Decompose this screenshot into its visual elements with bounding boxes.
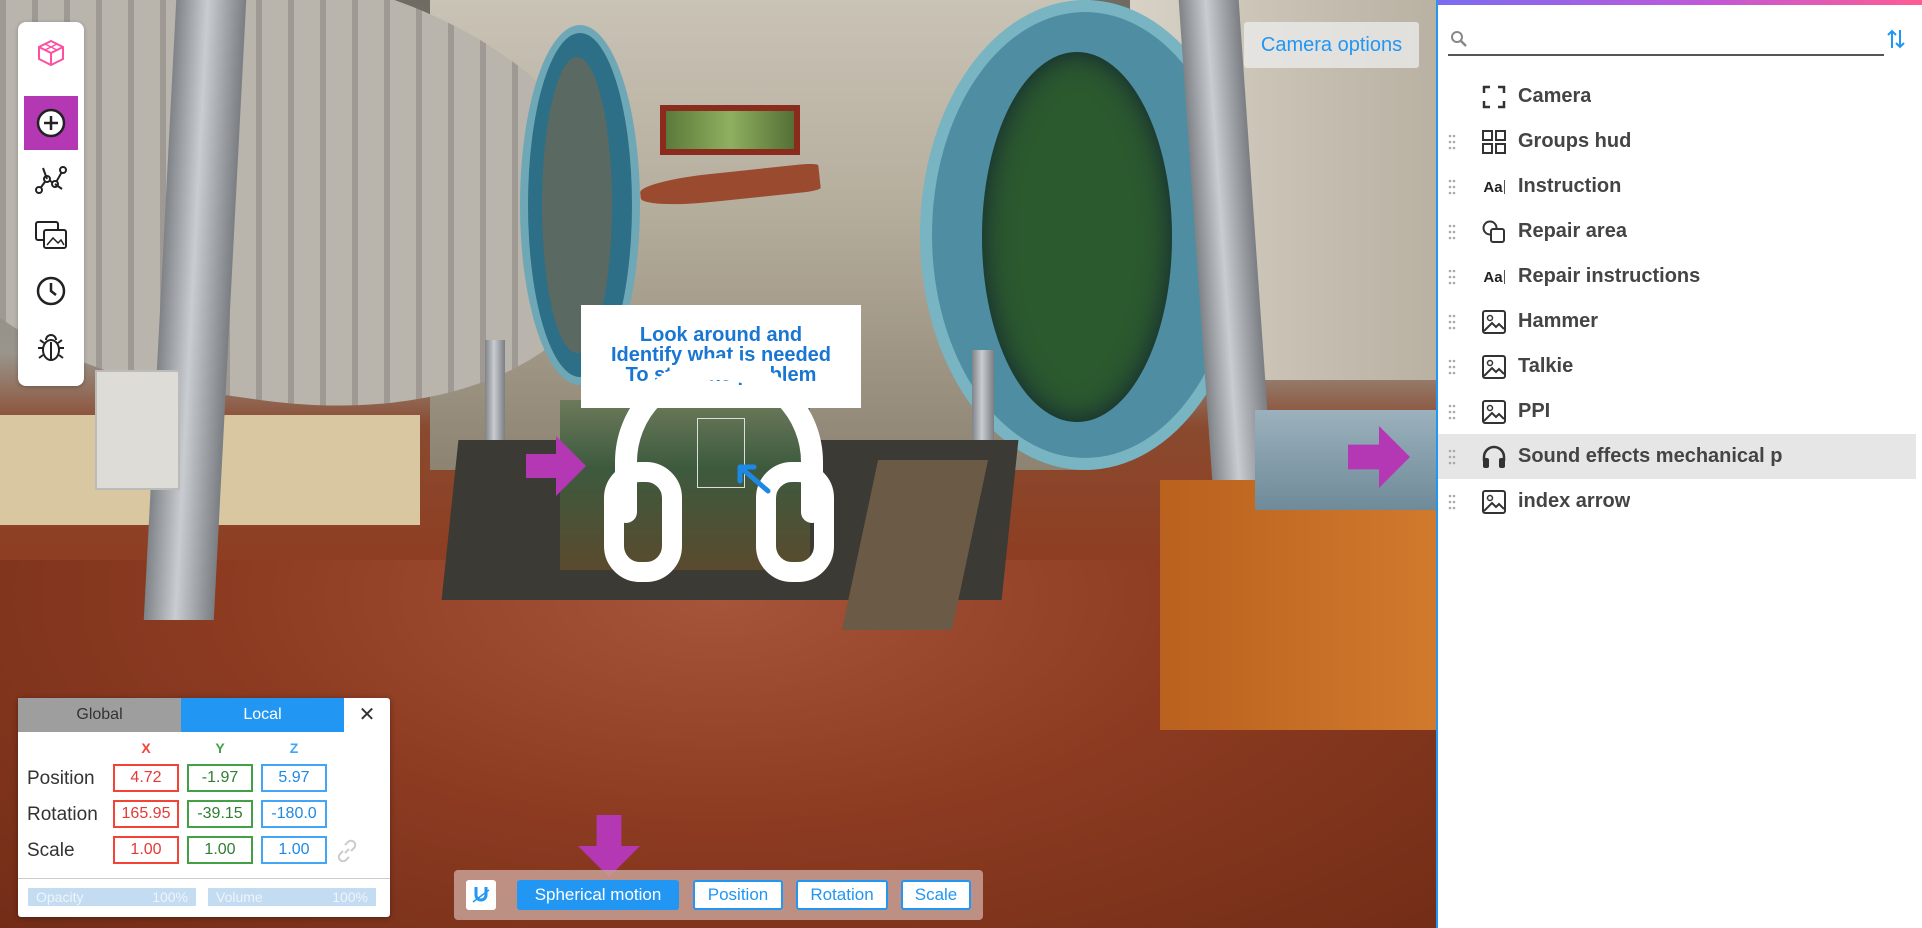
drag-handle-icon[interactable] <box>1448 268 1456 286</box>
tree-item[interactable]: Hammer <box>1438 299 1918 344</box>
blue-arrow-icon <box>737 464 771 494</box>
axis-x-header: X <box>141 740 151 756</box>
tree-item[interactable]: index arrow <box>1438 479 1918 524</box>
close-icon[interactable]: ✕ <box>344 698 390 732</box>
tree-item-label: Repair area <box>1518 220 1627 242</box>
camera-options-button[interactable]: Camera options <box>1244 22 1419 68</box>
text-glyph: Aa <box>1483 178 1503 196</box>
tree-item[interactable]: Sound effects mechanical p <box>1438 434 1916 479</box>
drag-handle-icon[interactable] <box>1448 358 1456 376</box>
arrow-right-icon[interactable] <box>1348 426 1410 488</box>
position-y-field[interactable]: -1.97 <box>187 764 253 792</box>
search-field[interactable] <box>1448 24 1884 56</box>
editor-app: Look around and Identify what is needed … <box>0 0 1922 928</box>
image-icon <box>1481 309 1507 335</box>
tree-item[interactable]: Repair area <box>1438 209 1918 254</box>
opacity-slider[interactable]: Opacity 100% <box>28 888 196 906</box>
tree-item-label: Camera <box>1518 85 1592 107</box>
scale-label: Scale <box>27 840 75 861</box>
tree-item-label: Instruction <box>1518 175 1622 197</box>
tab-global[interactable]: Global <box>18 698 181 732</box>
divider <box>18 878 390 879</box>
axis-z-header: Z <box>289 740 299 756</box>
rotation-z-field[interactable]: -180.0 <box>261 800 327 828</box>
instruction-line: Look around and <box>639 324 803 346</box>
scene-window <box>660 105 800 155</box>
image-icon <box>1481 399 1507 425</box>
volume-label: Volume <box>216 889 263 905</box>
volume-slider[interactable]: Volume 100% <box>208 888 376 906</box>
drag-handle-icon[interactable] <box>1448 493 1456 511</box>
left-toolbar <box>18 22 84 386</box>
tree-item-label: Hammer <box>1518 310 1599 332</box>
axis-y-header: Y <box>215 740 225 756</box>
transform-panel: Global Local ✕ X Y Z Position 4.72 -1.97… <box>18 698 390 917</box>
text-icon: Aa <box>1481 264 1507 290</box>
rotation-label: Rotation <box>27 804 98 825</box>
position-label: Position <box>27 768 95 789</box>
text-icon: Aa <box>1481 174 1507 200</box>
clock-icon[interactable] <box>24 264 78 318</box>
search-icon <box>1451 31 1467 47</box>
opacity-label: Opacity <box>36 889 84 905</box>
drag-handle-icon[interactable] <box>1448 133 1456 151</box>
drag-handle-icon[interactable] <box>1448 448 1456 466</box>
position-x-field[interactable]: 4.72 <box>113 764 179 792</box>
shapes-icon <box>1481 219 1507 245</box>
tree-item[interactable]: Talkie <box>1438 344 1918 389</box>
link-scale-icon[interactable] <box>334 838 360 864</box>
volume-value: 100% <box>332 889 368 905</box>
frame-corners-icon <box>1481 84 1507 110</box>
scene-cabinet <box>1160 480 1436 730</box>
rotation-mode-button[interactable]: Rotation <box>796 880 888 910</box>
tree-item-label: Groups hud <box>1518 130 1632 152</box>
headphones-icon <box>1481 444 1507 470</box>
arrow-down-icon[interactable] <box>578 815 640 877</box>
opacity-value: 100% <box>152 889 188 905</box>
drag-handle-icon[interactable] <box>1448 223 1456 241</box>
rotation-y-field[interactable]: -39.15 <box>187 800 253 828</box>
transform-mode-bar: Spherical motion Position Rotation Scale <box>454 870 983 920</box>
tree-item[interactable]: Aa Instruction <box>1438 164 1918 209</box>
cube-logo-icon[interactable] <box>24 26 78 80</box>
search-input[interactable] <box>1476 28 1876 52</box>
position-z-field[interactable]: 5.97 <box>261 764 327 792</box>
drag-handle-icon[interactable] <box>1448 178 1456 196</box>
top-accent-bar <box>1438 0 1922 5</box>
tree-item-label: Talkie <box>1518 355 1574 377</box>
scene-electrical-box <box>95 370 180 490</box>
scale-y-field[interactable]: 1.00 <box>187 836 253 864</box>
sort-icon[interactable] <box>1886 28 1906 50</box>
text-glyph: Aa <box>1483 268 1503 286</box>
scale-mode-button[interactable]: Scale <box>901 880 971 910</box>
tree-item-label: Sound effects mechanical p <box>1518 445 1783 467</box>
tree-item-label: PPI <box>1518 400 1551 422</box>
graph-nodes-icon[interactable] <box>24 152 78 206</box>
image-icon <box>1481 354 1507 380</box>
image-icon <box>1481 489 1507 515</box>
arrow-right-icon[interactable] <box>526 436 586 496</box>
tree-item-label: Repair instructions <box>1518 265 1701 287</box>
scale-x-field[interactable]: 1.00 <box>113 836 179 864</box>
drag-handle-icon[interactable] <box>1448 313 1456 331</box>
spherical-motion-button[interactable]: Spherical motion <box>517 880 679 910</box>
tree-item[interactable]: Camera <box>1438 74 1918 119</box>
tree-item[interactable]: PPI <box>1438 389 1918 434</box>
transform-tabs: Global Local ✕ <box>18 698 390 732</box>
drag-handle-icon[interactable] <box>1448 403 1456 421</box>
tab-local[interactable]: Local <box>181 698 344 732</box>
tree-item[interactable]: Aa Repair instructions <box>1438 254 1918 299</box>
tree-item-label: index arrow <box>1518 490 1631 512</box>
scene-tree-panel: Camera Groups hud Aa Instruction Repair area… <box>1436 0 1922 928</box>
grid-icon <box>1481 129 1507 155</box>
rotation-x-field[interactable]: 165.95 <box>113 800 179 828</box>
add-circle-icon[interactable] <box>24 96 78 150</box>
scale-z-field[interactable]: 1.00 <box>261 836 327 864</box>
snap-magnet-icon[interactable] <box>466 880 496 910</box>
media-gallery-icon[interactable] <box>24 208 78 262</box>
position-mode-button[interactable]: Position <box>693 880 783 910</box>
bug-icon[interactable] <box>24 320 78 374</box>
tree-item[interactable]: Groups hud <box>1438 119 1918 164</box>
